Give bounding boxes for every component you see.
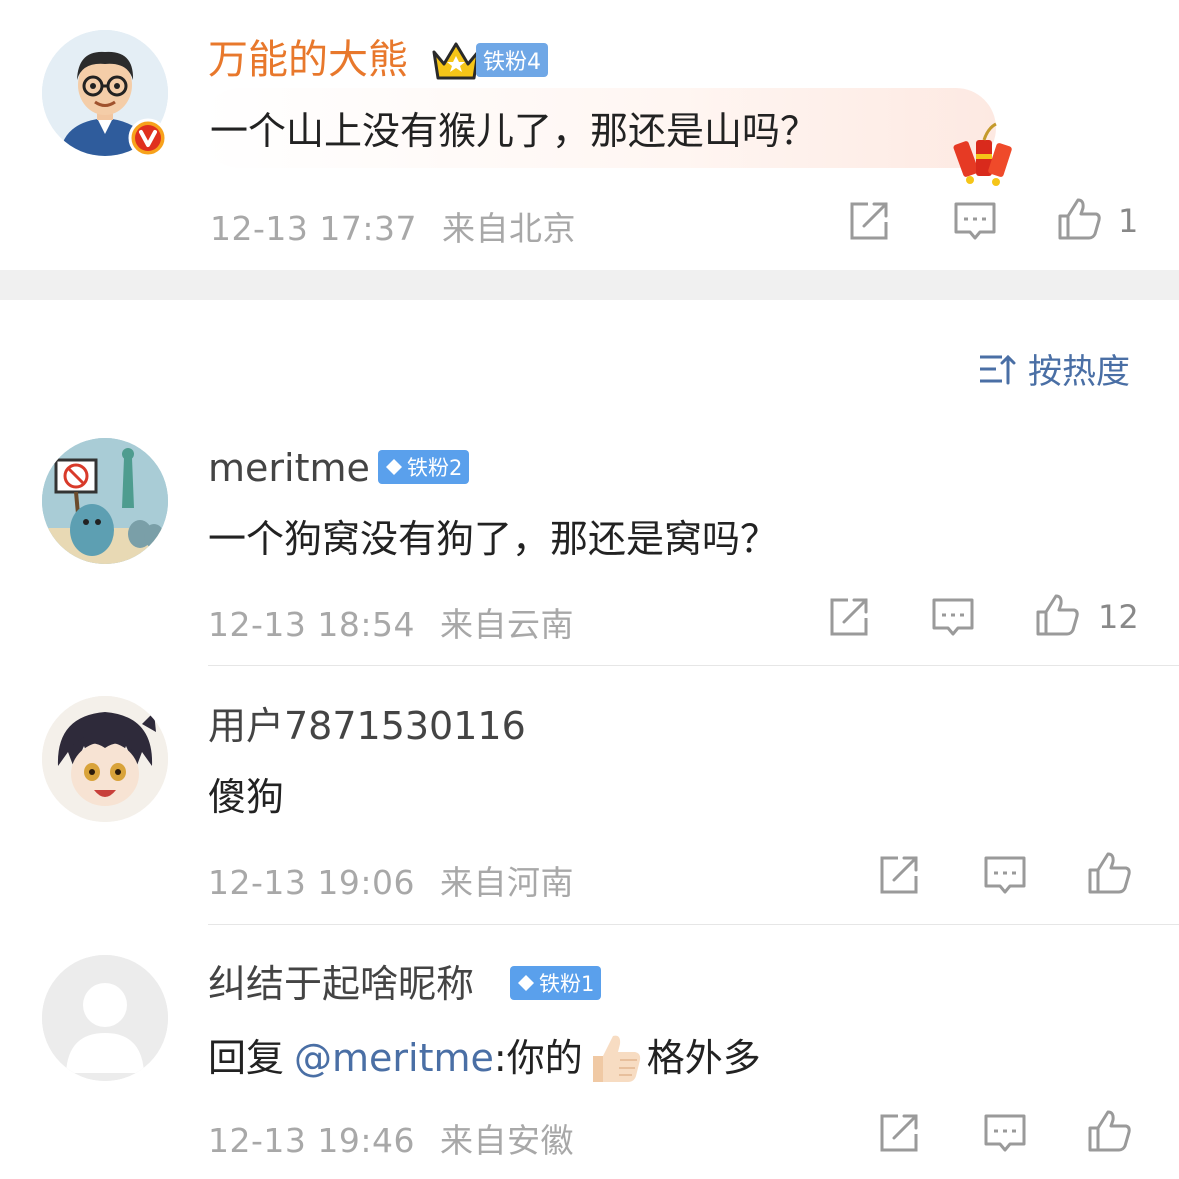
diamond-icon (518, 975, 534, 991)
comment-location: 来自安徽 (439, 1121, 574, 1160)
comment-time: 12-13 19:06 (208, 863, 415, 902)
comment-icon[interactable] (952, 198, 998, 244)
post-location: 来自北京 (441, 209, 576, 248)
sort-label: 按热度 (1028, 352, 1130, 392)
post-meta: 12-13 17:37 来自北京 (210, 202, 576, 250)
comment-meta: 12-13 19:06 来自河南 (208, 856, 574, 904)
fan-badge-label: 铁粉1 (539, 972, 595, 996)
avatar-illustration (42, 696, 168, 822)
sort-icon (980, 354, 1016, 384)
fan-badge[interactable]: 铁粉4 (476, 43, 548, 77)
sort-toggle[interactable]: 按热度 (976, 344, 1130, 393)
section-divider (0, 270, 1179, 300)
fan-badge-label: 铁粉4 (483, 50, 541, 75)
comment-author-name[interactable]: meritme (208, 444, 370, 492)
fan-badge-label: 铁粉2 (407, 456, 463, 480)
like-icon[interactable] (1086, 1108, 1132, 1154)
post-time: 12-13 17:37 (210, 209, 417, 248)
like-icon[interactable] (1034, 592, 1080, 638)
comment-content: 回复 @meritme :你的 格外多 (208, 1030, 761, 1086)
like-icon[interactable] (1086, 850, 1132, 896)
comment-content: 一个狗窝没有狗了，那还是窝吗？ (208, 517, 779, 561)
avatar[interactable] (42, 438, 168, 564)
avatar[interactable] (42, 955, 168, 1081)
comment-icon[interactable] (982, 1110, 1028, 1156)
verified-v-icon (128, 118, 168, 158)
post-author-name[interactable]: 万能的大熊 (208, 36, 408, 84)
comment-divider (208, 924, 1179, 925)
post-content: 一个山上没有猴儿了，那还是山吗？ (210, 109, 819, 153)
avatar-illustration (42, 438, 168, 564)
share-icon[interactable] (876, 852, 922, 898)
like-icon[interactable] (1056, 196, 1102, 242)
reply-prefix: 回复 (208, 1036, 285, 1080)
fan-badge[interactable]: 铁粉1 (510, 966, 602, 1000)
comment-meta: 12-13 19:46 来自安徽 (208, 1114, 574, 1162)
comment-content: 傻狗 (208, 775, 285, 819)
comment-icon[interactable] (982, 852, 1028, 898)
comment-icon[interactable] (930, 594, 976, 640)
share-icon[interactable] (846, 198, 892, 244)
comment-location: 来自河南 (439, 863, 574, 902)
avatar[interactable] (42, 696, 168, 822)
fan-badge[interactable]: 铁粉2 (378, 450, 470, 484)
reply-suffix: 格外多 (646, 1036, 761, 1080)
like-count: 12 (1098, 598, 1139, 636)
thumbs-up-emoji-icon (592, 1035, 640, 1082)
diamond-icon (386, 459, 402, 475)
crown-icon (432, 42, 480, 80)
comment-divider (208, 665, 1179, 666)
comment-author-name[interactable]: 用户7871530116 (208, 702, 526, 750)
comment-author-name[interactable]: 纠结于起啥昵称 (208, 960, 474, 1008)
comment-meta: 12-13 18:54 来自云南 (208, 598, 574, 646)
share-icon[interactable] (876, 1110, 922, 1156)
comment-time: 12-13 19:46 (208, 1121, 415, 1160)
reply-text: :你的 (493, 1036, 583, 1080)
default-avatar-icon (42, 955, 168, 1081)
mention-link[interactable]: @meritme (294, 1033, 494, 1083)
comment-time: 12-13 18:54 (208, 605, 415, 644)
like-count: 1 (1118, 202, 1139, 240)
share-icon[interactable] (826, 594, 872, 640)
comment-location: 来自云南 (439, 605, 574, 644)
firecracker-icon (953, 122, 1012, 186)
